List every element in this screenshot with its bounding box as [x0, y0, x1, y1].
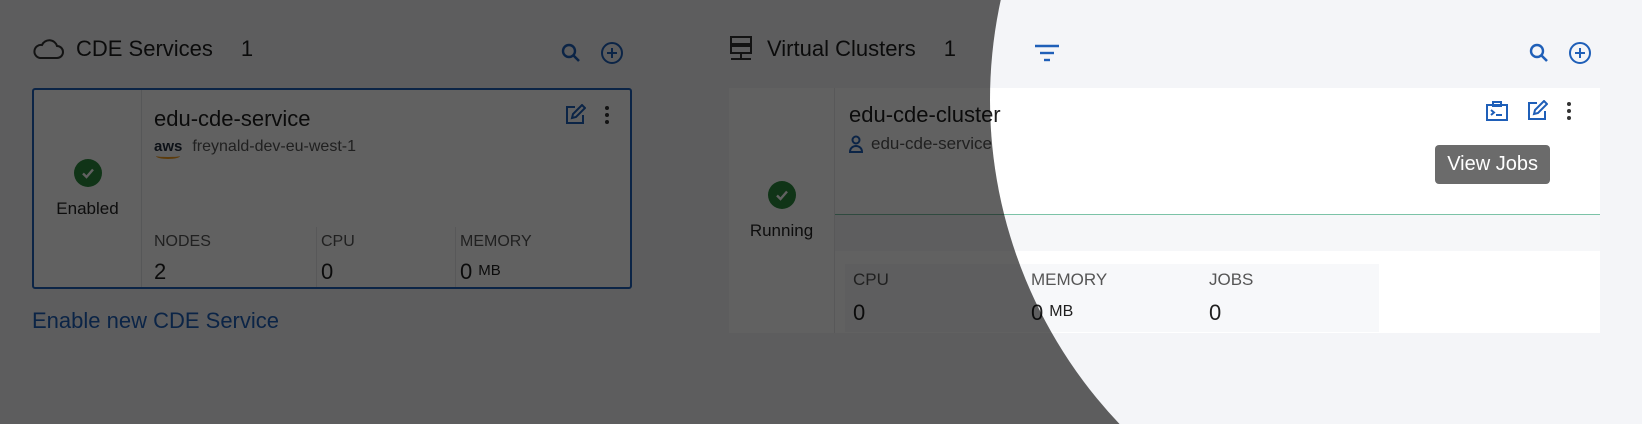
- cde-service-card[interactable]: Enabled edu-cde-service aws freynald-dev…: [32, 88, 632, 289]
- cluster-service: edu-cde-service: [849, 134, 992, 154]
- metric-cpu: CPU 0: [316, 227, 455, 287]
- view-jobs-icon[interactable]: [1486, 100, 1508, 122]
- metric-label: CPU: [321, 233, 355, 250]
- filter-icon[interactable]: [1034, 44, 1060, 62]
- cde-services-count: 1: [240, 36, 254, 61]
- progress-band: [835, 215, 1600, 251]
- cluster-status: Running: [729, 88, 835, 333]
- search-icon[interactable]: [560, 42, 582, 64]
- cde-services-header: CDE Services 1: [32, 36, 253, 62]
- metric-value: 0: [321, 259, 334, 284]
- metric-label: NODES: [154, 233, 211, 250]
- edit-icon[interactable]: [564, 104, 586, 126]
- virtual-clusters-count: 1: [943, 36, 957, 61]
- metric-nodes: NODES 2: [150, 227, 316, 287]
- environment-name: freynald-dev-eu-west-1: [192, 138, 356, 155]
- check-icon: [73, 158, 102, 187]
- metric-label: MEMORY: [460, 233, 532, 250]
- virtual-clusters-title: Virtual Clusters: [767, 36, 916, 61]
- metric-value: 0 MB: [1031, 300, 1074, 325]
- enable-new-service-link[interactable]: Enable new CDE Service: [32, 308, 279, 334]
- edit-icon[interactable]: [1526, 100, 1548, 122]
- metric-memory: MEMORY 0 MB: [455, 227, 625, 287]
- search-icon[interactable]: [1528, 42, 1550, 64]
- service-icon: [849, 135, 863, 153]
- virtual-cluster-card[interactable]: Running edu-cde-cluster edu-cde-service …: [729, 88, 1600, 333]
- metric-jobs: JOBS 0: [1201, 264, 1379, 332]
- service-name[interactable]: edu-cde-service: [154, 106, 311, 132]
- cluster-status-label: Running: [749, 220, 814, 240]
- view-jobs-tooltip: View Jobs: [1435, 145, 1550, 184]
- metric-cpu: CPU 0: [845, 264, 1023, 332]
- service-metrics: NODES 2 CPU 0 MEMORY 0 MB: [150, 227, 630, 287]
- cluster-name[interactable]: edu-cde-cluster: [849, 102, 1001, 128]
- service-status: Enabled: [34, 90, 142, 287]
- more-vert-icon[interactable]: [1566, 100, 1572, 122]
- metric-label: JOBS: [1209, 270, 1254, 289]
- aws-logo: aws: [154, 138, 183, 159]
- cde-services-title: CDE Services: [76, 36, 213, 61]
- more-vert-icon[interactable]: [604, 104, 610, 126]
- metric-label: CPU: [853, 270, 889, 289]
- metric-value: 0: [853, 300, 866, 325]
- cluster-metrics: CPU 0 MEMORY 0 MB JOBS 0: [845, 264, 1379, 332]
- add-circle-icon[interactable]: [600, 41, 624, 65]
- cluster-service-name: edu-cde-service: [871, 134, 992, 153]
- metric-value: 0 MB: [460, 259, 501, 284]
- server-icon: [729, 36, 753, 62]
- metric-memory: MEMORY 0 MB: [1023, 264, 1201, 332]
- metric-label: MEMORY: [1031, 270, 1108, 289]
- add-circle-icon[interactable]: [1568, 41, 1592, 65]
- service-status-label: Enabled: [56, 198, 119, 218]
- metric-value: 2: [154, 259, 167, 284]
- service-environment: aws freynald-dev-eu-west-1: [154, 138, 356, 159]
- cloud-icon: [32, 38, 64, 60]
- check-icon: [767, 180, 796, 209]
- metric-value: 0: [1209, 300, 1222, 325]
- virtual-clusters-header: Virtual Clusters 1: [729, 36, 956, 62]
